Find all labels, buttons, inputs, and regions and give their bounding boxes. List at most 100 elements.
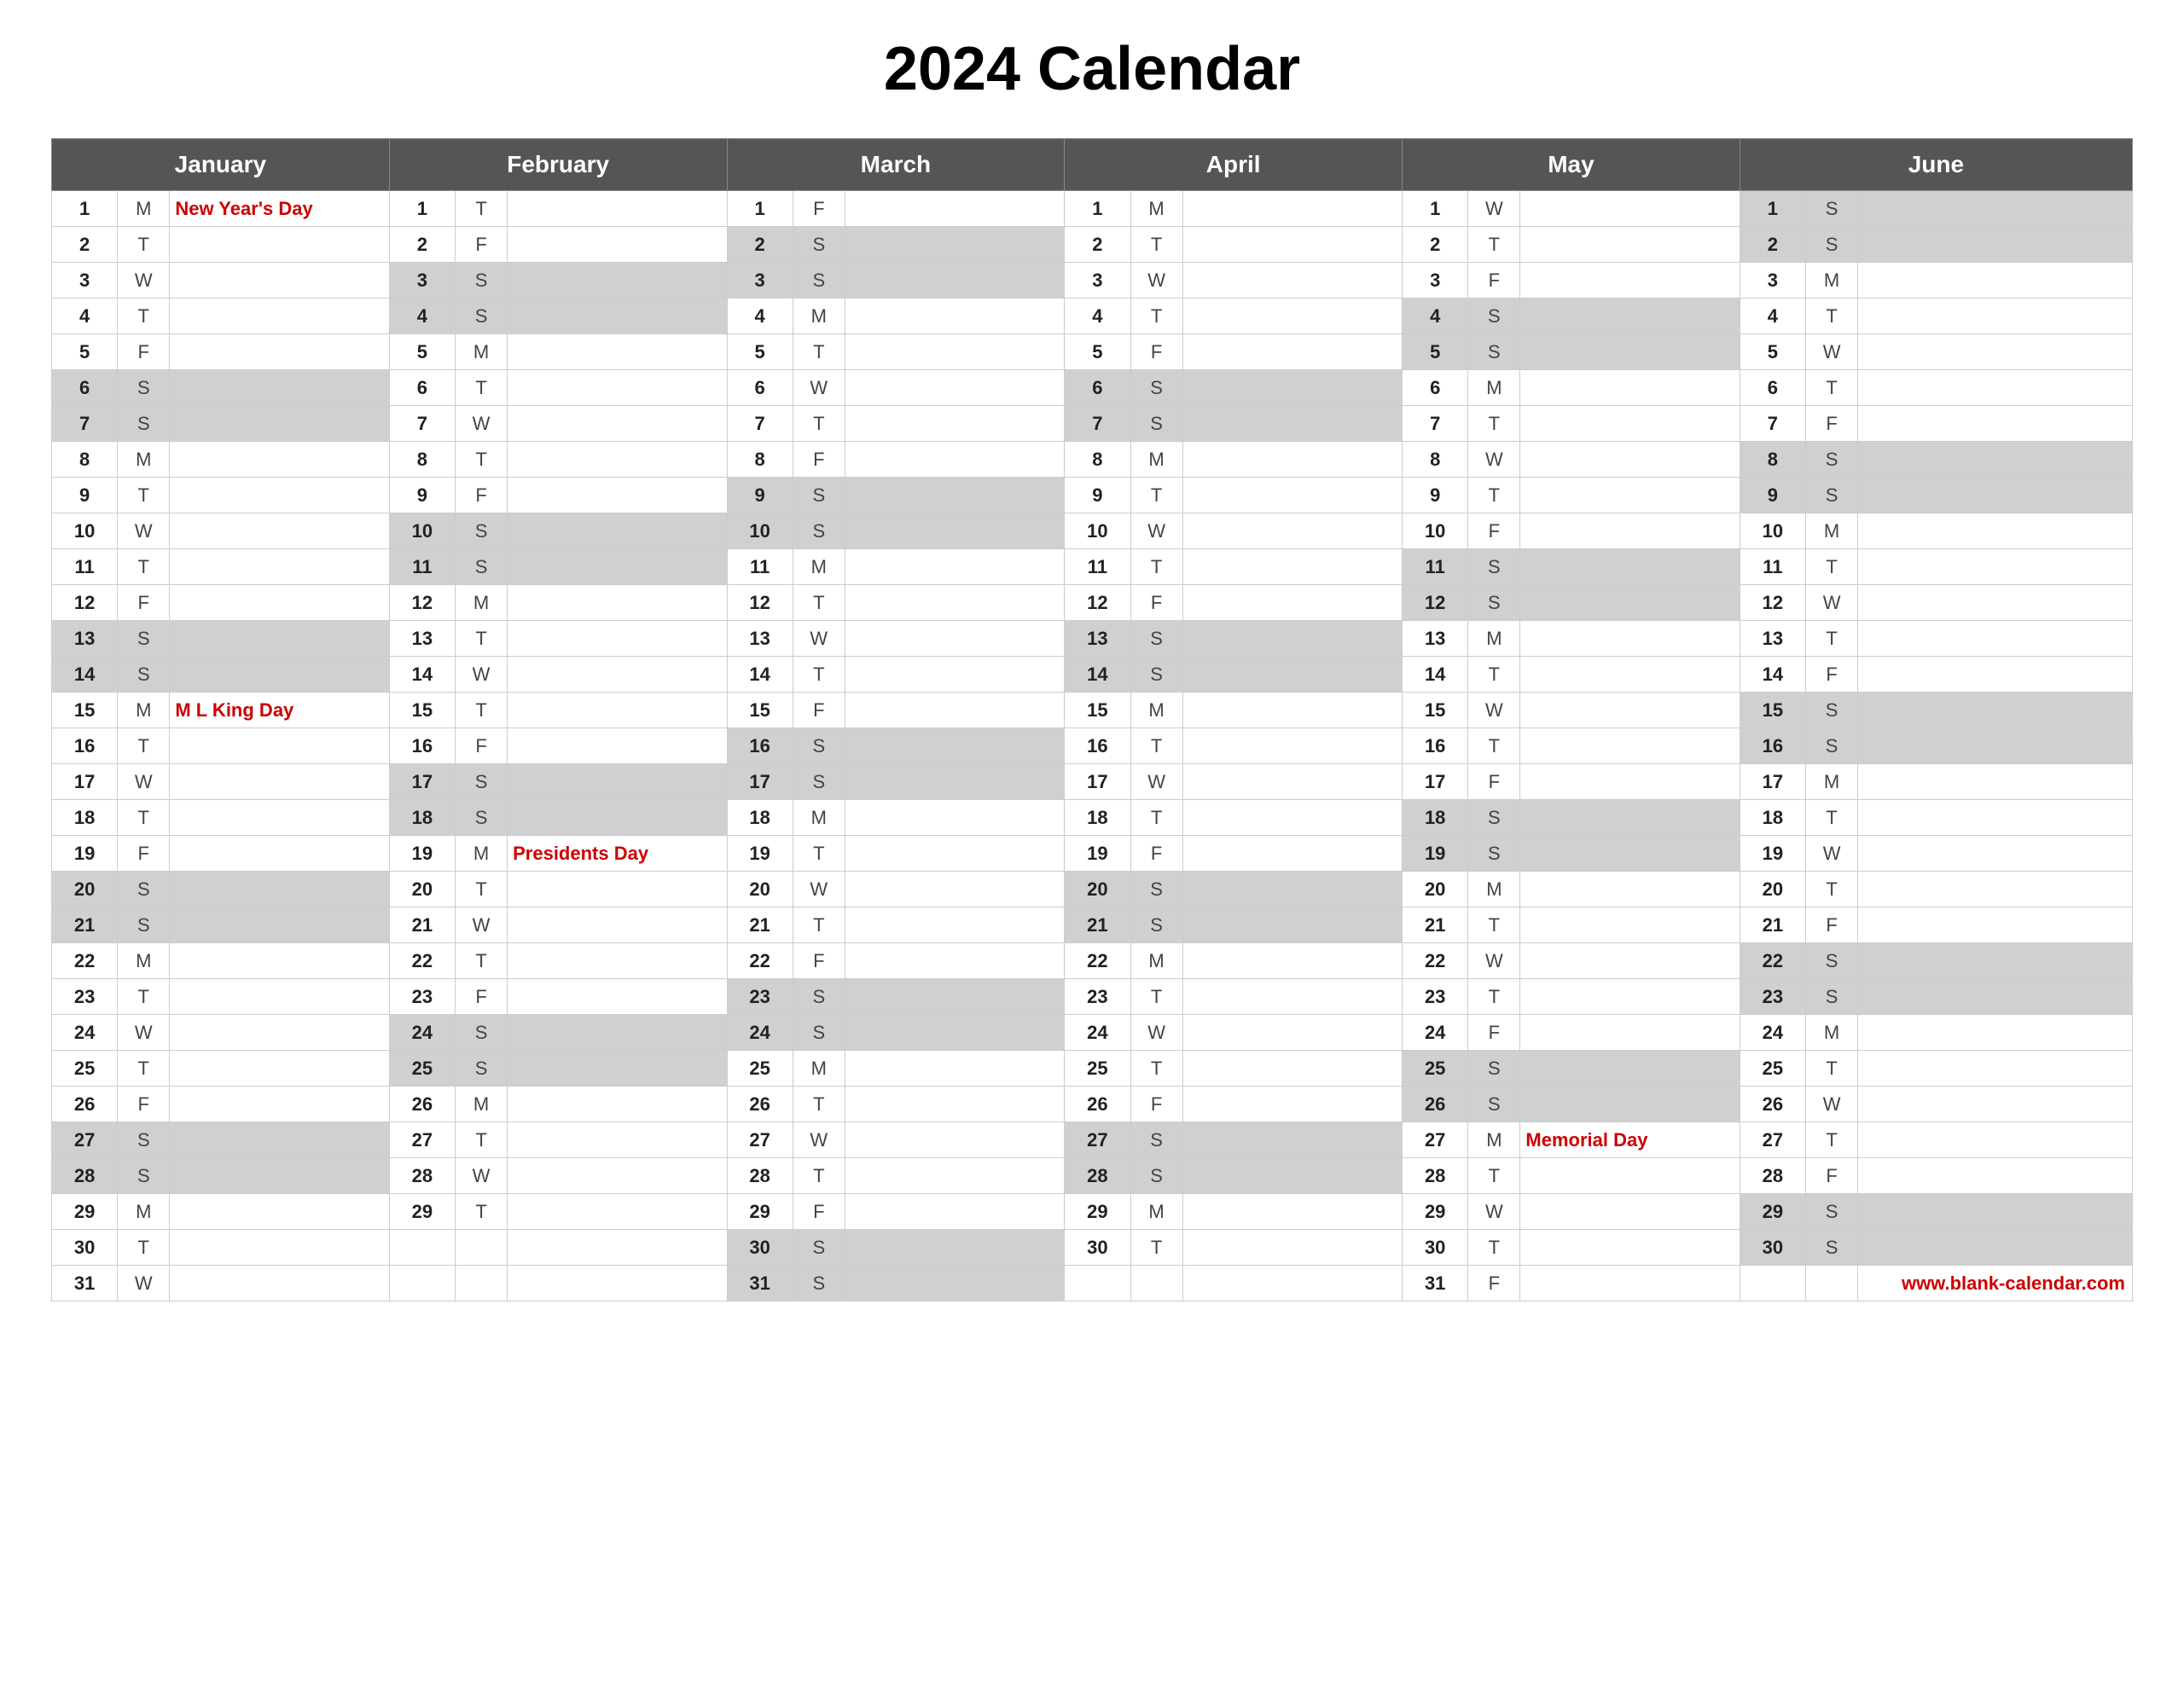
website-link: www.blank-calendar.com <box>1858 1266 2133 1301</box>
day-event <box>845 585 1064 621</box>
day-event <box>1858 836 2133 872</box>
day-event <box>845 370 1064 406</box>
calendar-row: 16T16F16S16T16T16S <box>52 728 2133 764</box>
day-event <box>1182 227 1402 263</box>
day-event <box>508 370 727 406</box>
day-number: 7 <box>1065 406 1130 442</box>
day-letter: T <box>1130 800 1182 836</box>
day-event <box>170 800 389 836</box>
day-number: 9 <box>1403 478 1468 513</box>
calendar-row: 14S14W14T14S14T14F <box>52 657 2133 693</box>
day-event <box>1520 1051 1740 1087</box>
day-number: 30 <box>1740 1230 1805 1266</box>
day-letter: T <box>118 728 170 764</box>
day-number: 6 <box>1740 370 1805 406</box>
day-letter: T <box>793 406 845 442</box>
day-letter: S <box>1468 334 1520 370</box>
day-number: 11 <box>727 549 793 585</box>
day-number: 10 <box>389 513 455 549</box>
day-number: 26 <box>1740 1087 1805 1122</box>
day-number: 24 <box>727 1015 793 1051</box>
day-number: 3 <box>389 263 455 299</box>
day-letter: F <box>118 585 170 621</box>
day-number: 29 <box>52 1194 118 1230</box>
day-event <box>170 1015 389 1051</box>
day-letter: T <box>118 549 170 585</box>
day-number: 12 <box>727 585 793 621</box>
day-event <box>1182 263 1402 299</box>
day-letter: M <box>1130 442 1182 478</box>
day-event <box>170 872 389 907</box>
empty-day-letter <box>455 1230 507 1266</box>
calendar-row: 6S6T6W6S6M6T <box>52 370 2133 406</box>
day-number: 9 <box>1065 478 1130 513</box>
day-event <box>845 513 1064 549</box>
day-letter: W <box>118 764 170 800</box>
day-letter: S <box>793 764 845 800</box>
day-event <box>170 1122 389 1158</box>
day-event: New Year's Day <box>170 191 389 227</box>
day-number: 1 <box>1403 191 1468 227</box>
day-number: 7 <box>1740 406 1805 442</box>
day-letter: M <box>118 943 170 979</box>
day-number: 5 <box>52 334 118 370</box>
empty-day-num <box>389 1230 455 1266</box>
day-event <box>1520 1194 1740 1230</box>
day-event <box>1520 1087 1740 1122</box>
day-number: 27 <box>1403 1122 1468 1158</box>
day-number: 18 <box>727 800 793 836</box>
day-event <box>845 478 1064 513</box>
day-letter: F <box>455 227 507 263</box>
day-event <box>1858 728 2133 764</box>
day-number: 8 <box>1403 442 1468 478</box>
day-event <box>508 334 727 370</box>
day-event <box>1520 406 1740 442</box>
day-number: 28 <box>727 1158 793 1194</box>
day-number: 1 <box>1740 191 1805 227</box>
day-number: 23 <box>727 979 793 1015</box>
day-number: 29 <box>727 1194 793 1230</box>
day-event <box>508 406 727 442</box>
day-event <box>845 442 1064 478</box>
day-letter: M <box>455 585 507 621</box>
day-letter: W <box>793 872 845 907</box>
day-number: 1 <box>1065 191 1130 227</box>
empty-day-num <box>389 1266 455 1301</box>
day-letter: S <box>118 370 170 406</box>
day-event <box>1858 1122 2133 1158</box>
day-letter: T <box>1806 299 1858 334</box>
day-letter: M <box>118 191 170 227</box>
day-letter: S <box>793 513 845 549</box>
day-event <box>508 513 727 549</box>
day-letter: S <box>1806 1194 1858 1230</box>
day-number: 23 <box>1065 979 1130 1015</box>
day-number: 16 <box>1740 728 1805 764</box>
day-letter: M <box>455 836 507 872</box>
empty-day-letter <box>1130 1266 1182 1301</box>
day-event <box>1520 728 1740 764</box>
day-number: 8 <box>1065 442 1130 478</box>
day-number: 19 <box>1065 836 1130 872</box>
day-event <box>845 1015 1064 1051</box>
day-letter: M <box>1806 513 1858 549</box>
day-letter: T <box>1806 1051 1858 1087</box>
day-number: 15 <box>1065 693 1130 728</box>
day-letter: W <box>118 263 170 299</box>
day-event <box>170 836 389 872</box>
day-letter: S <box>118 907 170 943</box>
calendar-row: 1MNew Year's Day1T1F1M1W1S <box>52 191 2133 227</box>
day-event <box>1520 1266 1740 1301</box>
day-number: 5 <box>1065 334 1130 370</box>
day-event <box>1858 693 2133 728</box>
day-number: 18 <box>389 800 455 836</box>
day-letter: S <box>1130 1158 1182 1194</box>
day-letter: T <box>118 478 170 513</box>
day-number: 24 <box>1740 1015 1805 1051</box>
day-event <box>845 191 1064 227</box>
day-event <box>170 657 389 693</box>
day-number: 6 <box>1065 370 1130 406</box>
day-number: 25 <box>389 1051 455 1087</box>
day-event <box>170 907 389 943</box>
day-letter: F <box>1130 334 1182 370</box>
day-event <box>508 1158 727 1194</box>
